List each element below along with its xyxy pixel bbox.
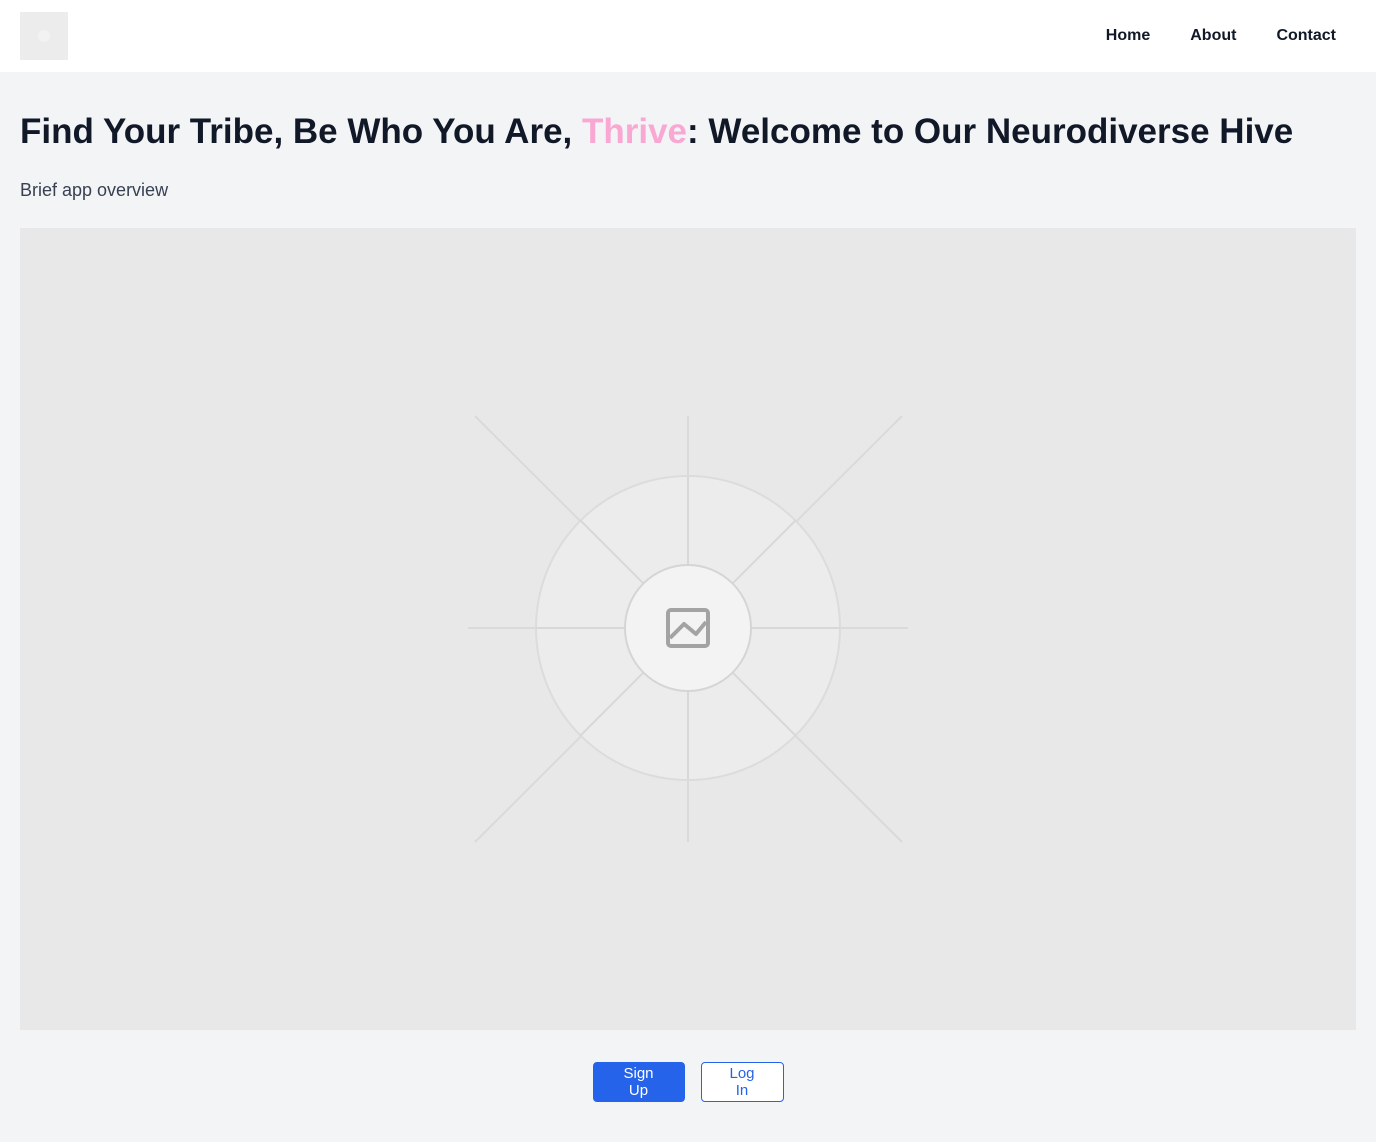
sign-up-button[interactable]: Sign Up (592, 1062, 685, 1102)
top-navbar: Home About Contact (0, 0, 1376, 72)
title-part-2: : Welcome to Our Neurodiverse Hive (687, 112, 1294, 151)
nav-links: Home About Contact (1086, 0, 1356, 72)
auth-actions: Sign Up Log In (0, 1062, 1376, 1102)
hero-image-placeholder (20, 228, 1356, 1030)
logo-dot (38, 30, 50, 42)
nav-link-home[interactable]: Home (1086, 19, 1170, 53)
title-accent-word: Thrive (581, 112, 688, 151)
nav-link-contact[interactable]: Contact (1256, 19, 1356, 53)
nav-link-about[interactable]: About (1170, 19, 1256, 53)
placeholder-graphic (468, 415, 908, 843)
log-in-button[interactable]: Log In (700, 1062, 784, 1102)
logo-placeholder[interactable] (20, 12, 68, 60)
title-part-1: Find Your Tribe, Be Who You Are, (20, 112, 582, 151)
app-overview-text: Brief app overview (20, 180, 169, 200)
page-title: Find Your Tribe, Be Who You Are, Thrive:… (20, 108, 1360, 156)
